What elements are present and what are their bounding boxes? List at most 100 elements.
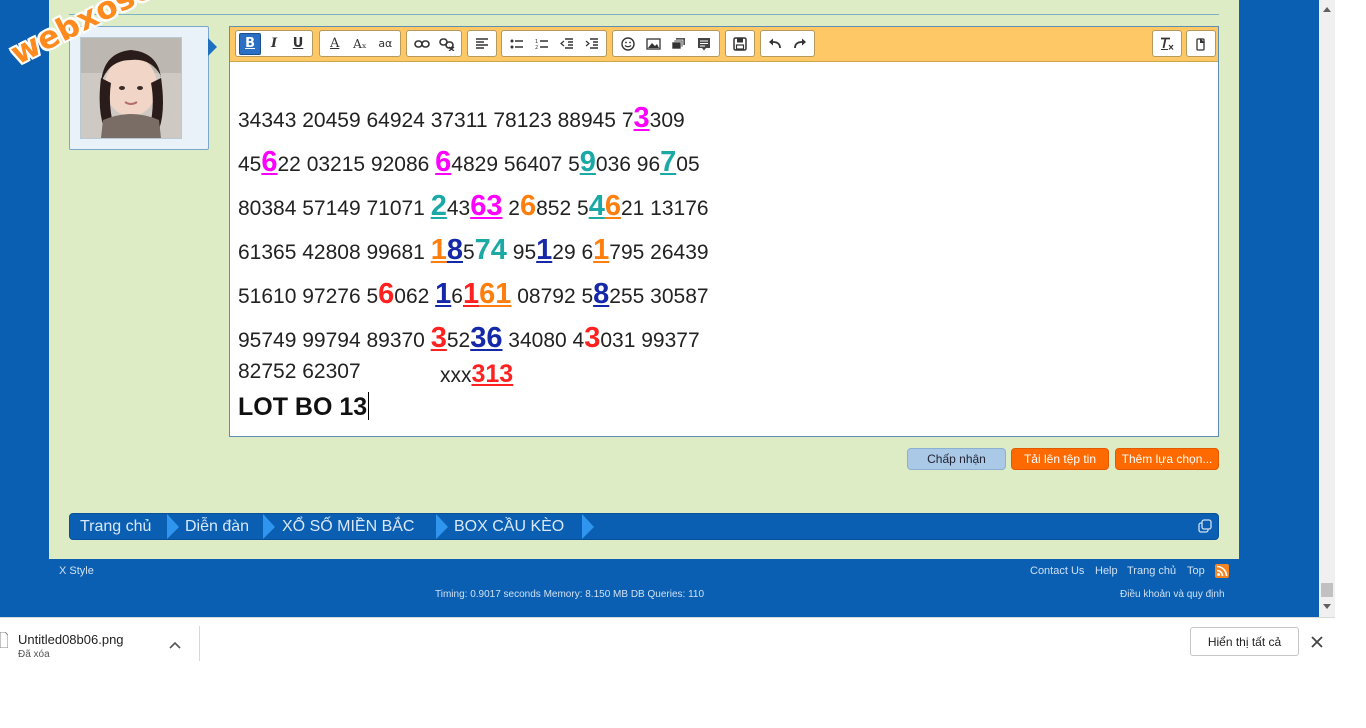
redo-icon[interactable]: [789, 33, 812, 55]
scroll-up-icon[interactable]: [1323, 7, 1331, 12]
smiley-icon[interactable]: [616, 33, 640, 55]
text-run: 852 5: [536, 197, 589, 220]
scroll-down-icon[interactable]: [1323, 604, 1331, 609]
text-line-8: LOT BO 13: [238, 392, 370, 422]
font-group: A Aₓ aα: [319, 30, 401, 57]
more-options-button[interactable]: Thêm lựa chọn...: [1115, 448, 1219, 470]
divider: [199, 626, 200, 661]
font-color-button[interactable]: A: [323, 33, 346, 55]
download-bar: Untitled08b06.png Đã xóa Hiển thị tất cả: [0, 617, 1335, 667]
italic-button[interactable]: I: [263, 33, 285, 55]
toggle-mode-group: [1186, 30, 1216, 57]
more-options-label: Thêm lựa chọn...: [1121, 452, 1213, 466]
highlight-digit: 1: [536, 234, 553, 266]
text-run: LOT BO 13: [238, 393, 368, 421]
bold-label: B: [245, 36, 256, 51]
font-family-button[interactable]: aα: [374, 33, 397, 55]
highlight-digit: 9: [579, 146, 596, 178]
text-run: 255 30587: [609, 285, 709, 308]
text-run: 52: [446, 329, 471, 352]
highlight-digit: 1: [430, 234, 447, 266]
undo-icon[interactable]: [764, 33, 787, 55]
top-link[interactable]: Top: [1187, 565, 1205, 577]
download-status: Đã xóa: [18, 649, 50, 660]
breadcrumb-subforum[interactable]: BOX CẦU KÈO: [454, 514, 564, 539]
accept-button[interactable]: Chấp nhận: [907, 448, 1006, 470]
terms-link[interactable]: Điều khoản và quy định: [1120, 589, 1225, 600]
underline-button[interactable]: U: [287, 33, 309, 55]
text-run: xxx: [440, 364, 472, 387]
help-link[interactable]: Help: [1095, 565, 1118, 577]
close-icon[interactable]: [1311, 635, 1323, 653]
message-editor[interactable]: B I U A Aₓ aα 1 2 34343 20459 64924 3731…: [229, 26, 1219, 437]
home-link[interactable]: Trang chủ: [1127, 565, 1176, 577]
avatar-pointer: [208, 38, 217, 56]
scroll-thumb[interactable]: [1321, 583, 1333, 597]
highlight-digit: 6: [435, 146, 452, 178]
highlight-digit: 7: [660, 146, 677, 178]
font-size-label: Aₓ: [353, 36, 367, 51]
bold-button[interactable]: B: [239, 32, 262, 55]
breadcrumb: Trang chủ Diễn đàn XỔ SỐ MIỀN BẮC BOX CẦ…: [69, 513, 1219, 540]
format-group: B I U: [235, 30, 313, 57]
font-size-button[interactable]: Aₓ: [348, 33, 371, 55]
chevron-up-icon[interactable]: [168, 637, 182, 655]
image-icon[interactable]: [642, 33, 666, 55]
download-filename[interactable]: Untitled08b06.png: [18, 632, 124, 647]
collapse-icon[interactable]: [1198, 519, 1212, 538]
contact-us-link[interactable]: Contact Us: [1030, 565, 1084, 577]
align-group: [467, 30, 497, 57]
text-run: 309: [649, 109, 685, 132]
text-run: 062: [394, 285, 436, 308]
text-line-4: 61365 42808 99681 18574 95129 61795 2643…: [238, 234, 709, 267]
toggle-wysiwyg-icon[interactable]: [1190, 33, 1212, 55]
breadcrumb-home[interactable]: Trang chủ: [80, 514, 151, 539]
save-draft-icon[interactable]: [729, 33, 751, 55]
style-chooser[interactable]: X Style: [59, 565, 94, 577]
content-panel: B I U A Aₓ aα 1 2 34343 20459 64924 3731…: [49, 0, 1239, 559]
clear-format-group: [1152, 30, 1182, 57]
media-icon[interactable]: [667, 33, 691, 55]
outdent-icon[interactable]: [555, 33, 578, 55]
indent-icon[interactable]: [580, 33, 603, 55]
highlight-digit: 6: [261, 146, 278, 178]
page-scrollbar[interactable]: [1319, 0, 1335, 617]
highlight-digit: 74: [474, 234, 507, 266]
quote-icon[interactable]: [693, 33, 717, 55]
timing-info: Timing: 0.9017 seconds Memory: 8.150 MB …: [435, 589, 705, 600]
highlight-digit: 6: [519, 190, 537, 222]
text-run: 95: [506, 241, 537, 264]
show-all-button[interactable]: Hiển thị tất cả: [1190, 627, 1299, 656]
avatar[interactable]: [80, 37, 182, 139]
breadcrumb-forum[interactable]: Diễn đàn: [185, 514, 249, 539]
editor-content[interactable]: 34343 20459 64924 37311 78123 88945 7330…: [238, 62, 1208, 432]
file-icon: [0, 631, 9, 653]
upload-button[interactable]: Tải lên tệp tin: [1011, 448, 1109, 470]
numbered-list-icon[interactable]: 12: [530, 33, 553, 55]
svg-text:2: 2: [535, 45, 538, 50]
highlight-digit: 1: [435, 278, 452, 310]
text-run: 45: [238, 153, 262, 176]
text-caret: [368, 392, 370, 420]
text-line-6: 95749 99794 89370 35236 34080 43031 9937…: [238, 322, 700, 355]
bullet-list-icon[interactable]: [505, 33, 528, 55]
text-run: 29 6: [552, 241, 594, 264]
text-run: 43: [446, 197, 471, 220]
remove-format-icon[interactable]: [1156, 33, 1178, 55]
link-icon[interactable]: [410, 33, 433, 55]
breadcrumb-category[interactable]: XỔ SỐ MIỀN BẮC: [282, 514, 414, 539]
align-left-icon[interactable]: [471, 33, 493, 55]
text-run: 34080 4: [502, 329, 585, 352]
text-run: 61365 42808 99681: [238, 241, 431, 264]
text-run: 82752 62307: [238, 360, 361, 383]
unlink-icon[interactable]: [435, 33, 458, 55]
text-run: 6: [451, 285, 463, 308]
highlight-digit: 1: [593, 234, 610, 266]
rss-icon[interactable]: [1215, 564, 1229, 578]
show-all-label: Hiển thị tất cả: [1207, 634, 1282, 649]
text-run: 795 26439: [609, 241, 709, 264]
editor-toolbar: B I U A Aₓ aα 1 2: [230, 27, 1218, 62]
text-run: 22 03215 92086: [277, 153, 436, 176]
link-group: [406, 30, 462, 57]
highlight-digit: 6: [378, 278, 395, 310]
